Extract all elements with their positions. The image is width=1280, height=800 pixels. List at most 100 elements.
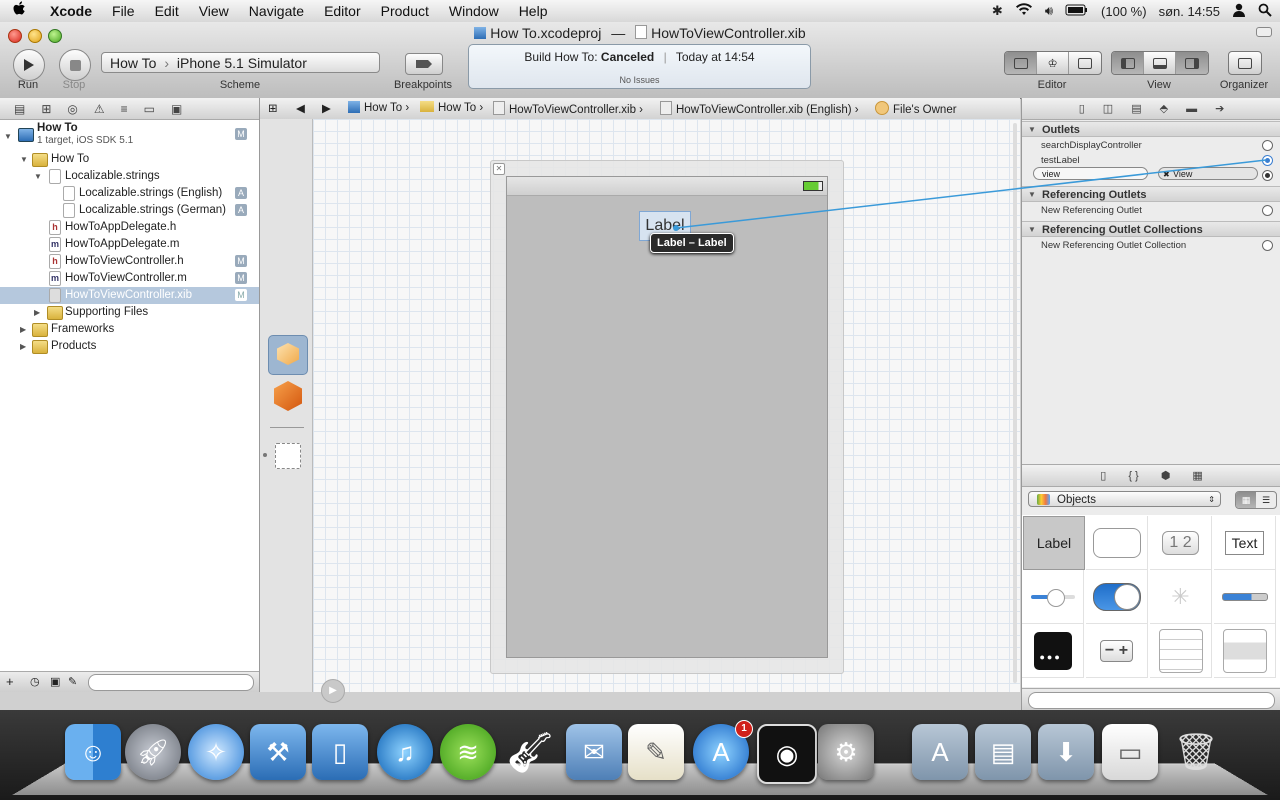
toggle-debug-area-button[interactable] [1144, 52, 1176, 74]
stop-button[interactable] [59, 49, 91, 81]
xcode-icon[interactable]: ⚒ [250, 724, 306, 780]
breadcrumb-project[interactable]: How To › [348, 101, 409, 114]
breadcrumb-xib[interactable]: HowToViewController.xib › [493, 101, 643, 116]
navigator-filter-input[interactable] [88, 674, 254, 691]
disclosure-open-icon[interactable]: ▼ [4, 128, 12, 145]
log-navigator-icon[interactable]: ▣ [171, 102, 182, 116]
user-icon[interactable] [1232, 3, 1246, 20]
library-item-segmented-control[interactable]: 1 2 [1150, 516, 1212, 570]
simulate-document-icon[interactable]: ▶ [321, 679, 345, 703]
apple-menu-icon[interactable] [0, 1, 40, 21]
code-snippet-library-icon[interactable]: { } [1128, 470, 1138, 482]
project-root-row[interactable]: ▼ How To 1 target, iOS SDK 5.1 M [0, 122, 259, 150]
referencing-outlets-header[interactable]: ▼ Referencing Outlets [1022, 186, 1280, 202]
library-item-table-view-cell[interactable] [1214, 624, 1276, 678]
tree-row-how-to[interactable]: ▼ How To [0, 151, 259, 168]
spotify-icon[interactable]: ≋ [440, 724, 496, 780]
organizer-button[interactable] [1228, 51, 1262, 75]
volume-icon[interactable]: 🔊︎ [1045, 3, 1053, 19]
files-owner-placeholder[interactable] [268, 335, 308, 375]
tree-row-localizable[interactable]: ▼ Localizable.strings [0, 168, 259, 185]
close-view-icon[interactable]: ✕ [493, 163, 505, 175]
toolbar-toggle-button[interactable] [1256, 27, 1272, 37]
outlet-connect-circle[interactable] [1262, 140, 1273, 151]
tree-row-supporting-files[interactable]: ▶ Supporting Files [0, 304, 259, 321]
icon-view-button[interactable]: ▦ [1236, 492, 1256, 508]
vertical-scrollbar[interactable] [1013, 123, 1017, 683]
recent-stack-icon[interactable]: ▭ [1102, 724, 1158, 780]
menu-navigate[interactable]: Navigate [239, 3, 314, 19]
disclosure-closed-icon[interactable]: ▶ [20, 338, 26, 355]
menu-view[interactable]: View [189, 3, 239, 19]
menu-edit[interactable]: Edit [145, 3, 189, 19]
battery-icon[interactable] [1065, 4, 1089, 19]
tree-row-localizable-english[interactable]: Localizable.strings (English) A [0, 185, 259, 202]
disclosure-open-icon[interactable]: ▼ [1028, 222, 1036, 238]
tree-row-frameworks[interactable]: ▶ Frameworks [0, 321, 259, 338]
project-navigator-icon[interactable]: ▤ [14, 102, 25, 116]
outlet-connect-circle[interactable] [1262, 240, 1273, 251]
library-item-label[interactable]: Label [1023, 516, 1085, 570]
toggle-navigator-button[interactable] [1112, 52, 1144, 74]
disclosure-closed-icon[interactable]: ▶ [20, 321, 26, 338]
finder-icon[interactable]: ☺ [65, 724, 121, 780]
file-template-library-icon[interactable]: ▯ [1100, 469, 1106, 482]
bluetooth-icon[interactable]: ✱ [992, 3, 1003, 19]
debug-navigator-icon[interactable]: ≡ [121, 102, 128, 116]
assistant-editor-button[interactable]: ♔ [1037, 52, 1069, 74]
menu-file[interactable]: File [102, 3, 145, 19]
launchpad-icon[interactable]: 🚀︎ [125, 724, 181, 780]
breakpoint-navigator-icon[interactable]: ▭ [144, 102, 155, 116]
menu-product[interactable]: Product [371, 3, 439, 19]
safari-icon[interactable]: ✧ [188, 724, 244, 780]
referencing-collections-header[interactable]: ▼ Referencing Outlet Collections [1022, 221, 1280, 237]
scm-filter-icon[interactable]: ▣ [50, 675, 60, 688]
media-library-icon[interactable]: ▦ [1192, 469, 1202, 482]
tree-row-appdelegate-h[interactable]: h HowToAppDelegate.h [0, 219, 259, 236]
library-item-progress-view[interactable] [1214, 570, 1276, 624]
tree-row-products[interactable]: ▶ Products [0, 338, 259, 355]
tree-row-viewcontroller-xib[interactable]: HowToViewController.xib M [0, 287, 259, 304]
tree-row-appdelegate-m[interactable]: m HowToAppDelegate.m [0, 236, 259, 253]
menu-xcode[interactable]: Xcode [40, 3, 102, 19]
library-item-stepper[interactable]: − + [1086, 624, 1148, 678]
library-item-round-rect-button[interactable] [1086, 516, 1148, 570]
symbol-navigator-icon[interactable]: ⊞ [41, 102, 51, 116]
wifi-icon[interactable] [1015, 3, 1033, 19]
outlet-connected-circle[interactable] [1262, 170, 1273, 181]
library-filter-input[interactable] [1028, 692, 1275, 709]
library-item-text-field[interactable]: Text [1214, 516, 1276, 570]
clock[interactable]: søn. 14:55 [1159, 4, 1220, 19]
view-object-icon[interactable] [275, 443, 301, 469]
interface-builder-canvas[interactable]: Label ✕ Label – Label ▶ [313, 119, 1020, 703]
library-item-page-control[interactable]: ●●● [1022, 624, 1084, 678]
breadcrumb-xib-english[interactable]: HowToViewController.xib (English) › [660, 101, 859, 116]
outlet-connect-circle[interactable] [1262, 205, 1273, 216]
attributes-inspector-icon[interactable]: ⬘ [1160, 102, 1168, 115]
tree-row-viewcontroller-m[interactable]: m HowToViewController.m M [0, 270, 259, 287]
breadcrumb-files-owner[interactable]: File's Owner [875, 101, 957, 116]
breadcrumb-group[interactable]: How To › [420, 101, 483, 114]
menu-window[interactable]: Window [439, 3, 509, 19]
tree-row-localizable-german[interactable]: Localizable.strings (German) A [0, 202, 259, 219]
outlet-view-pill[interactable]: view [1033, 167, 1148, 180]
list-view-button[interactable]: ☰ [1256, 492, 1276, 508]
menu-editor[interactable]: Editor [314, 3, 371, 19]
disclosure-open-icon[interactable]: ▼ [20, 151, 28, 168]
recent-files-icon[interactable]: ◷ [30, 675, 40, 688]
scheme-selector[interactable]: How To › iPhone 5.1 Simulator [101, 52, 380, 73]
file-inspector-icon[interactable]: ▯ [1079, 102, 1085, 115]
library-item-switch[interactable] [1086, 570, 1148, 624]
expand-dot-icon[interactable] [263, 453, 267, 457]
object-library-icon[interactable]: ⬢ [1161, 469, 1171, 482]
connections-inspector-icon[interactable]: ➔ [1215, 102, 1224, 115]
standard-editor-button[interactable] [1005, 52, 1037, 74]
library-category-select[interactable]: Objects ⇕ [1028, 491, 1221, 507]
library-item-table-view[interactable] [1150, 624, 1212, 678]
trash-icon[interactable]: 🗑︎ [1168, 724, 1224, 780]
quick-help-icon[interactable]: ◫ [1103, 102, 1113, 115]
downloads-folder-icon[interactable]: ⬇ [1038, 724, 1094, 780]
disclosure-closed-icon[interactable]: ▶ [34, 304, 40, 321]
run-button[interactable] [13, 49, 45, 81]
disclosure-open-icon[interactable]: ▼ [1028, 122, 1036, 138]
